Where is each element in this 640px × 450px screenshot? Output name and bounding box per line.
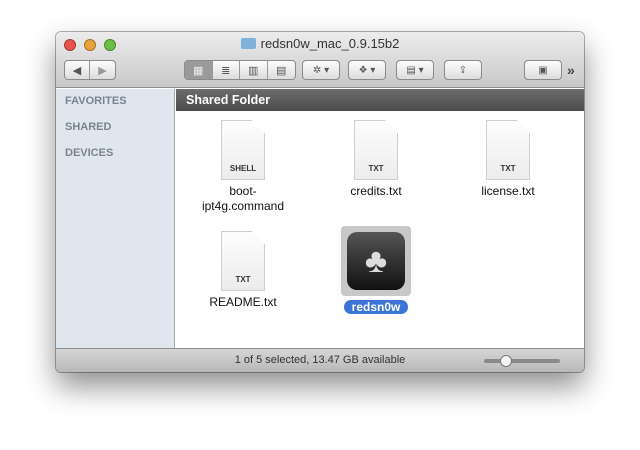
redsn0w-app-icon: ♣ <box>341 226 411 296</box>
file-name-line1: boot- <box>229 184 257 198</box>
file-item-license[interactable]: TXT license.txt <box>448 120 568 199</box>
coverflow-view-button[interactable]: ▤ <box>268 61 295 79</box>
sidebar-section-shared[interactable]: SHARED <box>65 121 111 133</box>
file-item-credits[interactable]: TXT credits.txt <box>316 120 436 199</box>
dropbox-menu-button[interactable]: ❖ ▾ <box>348 60 386 80</box>
finder-window: redsn0w_mac_0.9.15b2 ◀ ▶ ▦ ≣ ▥ ▤ ✲ ▾ ❖ ▾… <box>56 32 584 372</box>
text-file-icon: TXT <box>354 120 398 180</box>
icon-view-button[interactable]: ▦ <box>185 61 213 79</box>
shell-script-icon: SHELL <box>221 120 265 180</box>
list-view-button[interactable]: ≣ <box>213 61 240 79</box>
column-view-button[interactable]: ▥ <box>240 61 268 79</box>
share-button[interactable]: ⇪ <box>444 60 482 80</box>
text-file-icon: TXT <box>221 231 265 291</box>
title-bar: redsn0w_mac_0.9.15b2 ◀ ▶ ▦ ≣ ▥ ▤ ✲ ▾ ❖ ▾… <box>56 32 584 88</box>
view-switcher: ▦ ≣ ▥ ▤ <box>184 60 296 80</box>
file-name: README.txt <box>209 295 277 309</box>
file-name-line2: ipt4g.command <box>201 199 285 213</box>
file-item-boot-ipt4g[interactable]: SHELL boot-ipt4g.command <box>183 120 303 214</box>
file-type-label: SHELL <box>229 164 257 173</box>
file-name: credits.txt <box>350 184 402 198</box>
toolbar-overflow-button[interactable]: » <box>567 62 575 78</box>
file-type-label: TXT <box>500 164 516 173</box>
arrange-menu-button[interactable]: ▤ ▾ <box>396 60 434 80</box>
folder-icon <box>240 38 256 49</box>
file-name-selected: redsn0w <box>343 300 409 314</box>
action-menu-button[interactable]: ✲ ▾ <box>302 60 340 80</box>
file-name: license.txt <box>481 184 535 198</box>
pineapple-icon: ♣ <box>347 232 405 290</box>
window-title-text: redsn0w_mac_0.9.15b2 <box>260 36 400 51</box>
status-text: 1 of 5 selected, 13.47 GB available <box>234 354 406 366</box>
file-item-readme[interactable]: TXT README.txt <box>183 231 303 310</box>
forward-button[interactable]: ▶ <box>90 61 115 79</box>
file-type-label: TXT <box>235 275 251 284</box>
status-bar: 1 of 5 selected, 13.47 GB available <box>56 348 584 372</box>
window-title: redsn0w_mac_0.9.15b2 <box>56 36 584 51</box>
new-folder-button[interactable]: ▣ <box>524 60 562 80</box>
slider-knob[interactable] <box>500 355 512 367</box>
file-icon-view: SHELL boot-ipt4g.command TXT credits.txt… <box>176 111 584 348</box>
path-header: Shared Folder <box>176 89 584 111</box>
sidebar-section-devices[interactable]: DEVICES <box>65 147 113 159</box>
back-button[interactable]: ◀ <box>65 61 91 79</box>
back-forward-buttons: ◀ ▶ <box>64 60 116 80</box>
file-type-label: TXT <box>368 164 384 173</box>
text-file-icon: TXT <box>486 120 530 180</box>
icon-size-slider[interactable] <box>484 355 560 367</box>
sidebar: FAVORITES SHARED DEVICES <box>56 89 175 348</box>
sidebar-section-favorites[interactable]: FAVORITES <box>65 95 127 107</box>
file-item-redsn0w[interactable]: ♣ redsn0w <box>316 226 436 314</box>
